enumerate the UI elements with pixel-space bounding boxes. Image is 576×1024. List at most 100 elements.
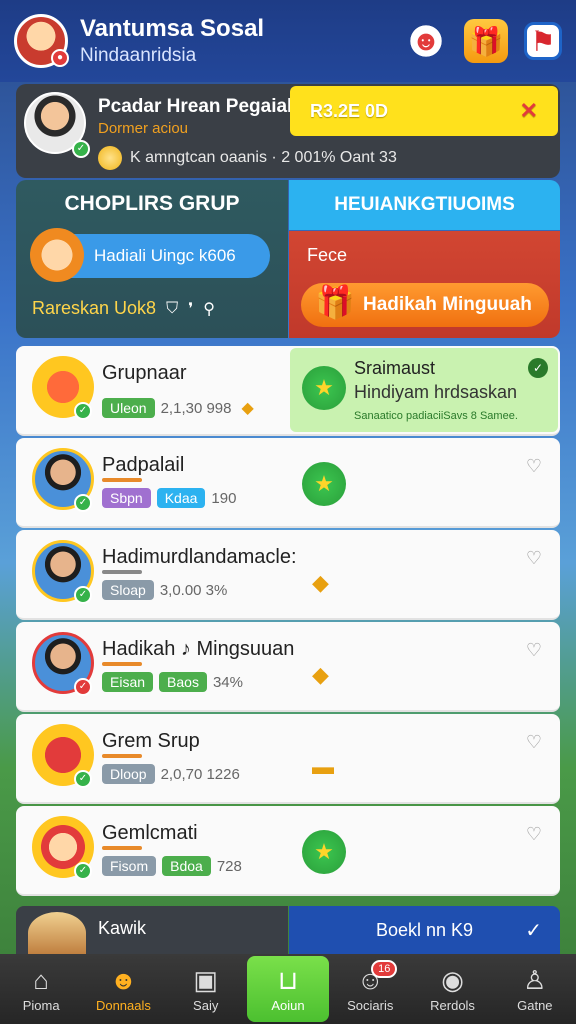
highlight-card[interactable]: ★ Sraimaust Hindiyam hrdsaskan Sanaatico… xyxy=(290,348,558,432)
tab-label: Sociaris xyxy=(347,998,394,1013)
star-icon[interactable]: ★ xyxy=(302,366,346,410)
gift-button[interactable]: 🎁 Hadikah Minguuah xyxy=(301,283,549,327)
status-badge: Eisan xyxy=(102,672,154,692)
tab-saiy[interactable]: ▣ Saiy xyxy=(165,954,247,1024)
profile-stats-text: K amngtcan oaanis · 2 001% Oant 33 xyxy=(130,149,397,166)
group-panel: CHOPLIRS GRUP Hadiali Uingc k606 Rareska… xyxy=(16,180,288,338)
coin-icon xyxy=(98,146,122,170)
verified-icon: ✓ xyxy=(74,770,92,788)
list-item-title: Grupnaar xyxy=(102,362,187,384)
list-item[interactable]: ✓ Grem Srup Dloop 2,0,70 1226 ▬ ♡ xyxy=(16,714,560,804)
rankings-title: HEUIANKGTIUOIMS xyxy=(334,194,515,215)
tab-sociaris[interactable]: ☺ 16 Sociaris xyxy=(329,954,411,1024)
ticket-icon: ◆ xyxy=(241,400,254,417)
mascot-icon[interactable]: ☻ xyxy=(404,19,448,63)
search-icon[interactable]: ⚲ xyxy=(203,299,215,319)
feather-icon: ❜ xyxy=(188,300,194,318)
group-footer-label: Rareskan Uok8 xyxy=(32,298,157,318)
heart-icon[interactable]: ♡ xyxy=(526,640,542,661)
center-icon: ⊔ xyxy=(277,965,299,995)
list-item-meta: Sbpn Kdaa 190 xyxy=(102,488,236,508)
bottom-left-card[interactable]: Kawik xyxy=(16,906,288,954)
group-pill-label: Hadiali Uingc k606 xyxy=(94,246,236,265)
tab-label: Aoiun xyxy=(271,998,305,1013)
star-icon[interactable]: ★ xyxy=(302,830,346,874)
list-item[interactable]: ✓ Grupnaar Uleon 2,1,30 998 ◆ ★ Sraimaus… xyxy=(16,346,560,436)
profile-banner[interactable]: R3.2E 0D ✕ xyxy=(290,86,558,136)
tab-gatne[interactable]: ♙ Gatne xyxy=(494,954,576,1024)
list-item-value: 2,0,70 1226 xyxy=(160,765,240,783)
building-thumbnail xyxy=(28,912,86,954)
app-title: Vantumsa Sosal xyxy=(80,15,265,42)
list-item-meta: Eisan Baos 34% xyxy=(102,672,243,692)
notification-badge: 16 xyxy=(371,960,398,978)
tab-rerdols[interactable]: ◉ Rerdols xyxy=(411,954,493,1024)
close-icon[interactable]: ✕ xyxy=(520,98,538,124)
list-item[interactable]: ✓ Hadikah ♪ Mingsuuan Eisan Baos 34% ◆ ♡ xyxy=(16,622,560,712)
verified-icon: ✓ xyxy=(74,494,92,512)
free-label: Fece xyxy=(307,245,348,265)
tab-label: Saiy xyxy=(193,998,219,1013)
status-badge: Fisom xyxy=(102,856,157,876)
coins-icon: ◆ xyxy=(312,662,329,687)
home-icon: ⌂ xyxy=(33,965,49,995)
list-item[interactable]: ✓ Padpalail Sbpn Kdaa 190 ★ ♡ xyxy=(16,438,560,528)
heart-icon[interactable]: ♡ xyxy=(526,548,542,569)
avatar-icon: ◉ xyxy=(441,965,464,995)
rankings-header[interactable]: HEUIANKGTIUOIMS xyxy=(289,180,560,230)
heart-icon[interactable]: ♡ xyxy=(526,456,542,477)
check-icon: ✓ xyxy=(525,919,542,942)
list-item[interactable]: ✓ Gemlcmati Fisom Bdoa 728 ★ ♡ xyxy=(16,806,560,896)
bottom-left-title: Kawik xyxy=(98,918,147,938)
status-badge: Sloap xyxy=(102,580,154,600)
bottom-right-button[interactable]: Boekl nn K9 ✓ xyxy=(289,906,560,954)
check-icon: ✓ xyxy=(528,358,548,378)
highlight-subtitle: Hindiyam hrdsaskan xyxy=(354,382,518,402)
list-item-meta: Fisom Bdoa 728 xyxy=(102,856,242,876)
group-title: CHOPLIRS GRUP xyxy=(64,192,240,215)
list-item-title: Padpalail xyxy=(102,454,185,476)
tab-label: Rerdols xyxy=(430,998,475,1013)
highlight-note: Sanaatico padiaciiSavs 8 Samee. xyxy=(354,410,518,422)
tab-label: Donnaals xyxy=(95,998,151,1013)
status-badge: Kdaa xyxy=(156,488,206,508)
profile-name: Pcadar Hrean Pegaial xyxy=(98,96,293,117)
tab-aoiun[interactable]: ⊔ Aoiun xyxy=(246,956,330,1022)
list-item-title: Grem Srup xyxy=(102,730,200,752)
profile-role: Dormer aciou xyxy=(98,120,189,137)
chat-icon: ▣ xyxy=(193,965,218,995)
coins-icon: ◆ xyxy=(312,570,329,595)
verified-icon: ✓ xyxy=(74,402,92,420)
progress-bar xyxy=(102,846,142,850)
profile-stats: K amngtcan oaanis · 2 001% Oant 33 xyxy=(98,146,397,170)
status-badge: Baos xyxy=(159,672,207,692)
verified-icon: ✓ xyxy=(72,140,90,158)
mascot-icon: ☻ xyxy=(109,965,138,995)
bottom-row: Kawik Boekl nn K9 ✓ xyxy=(16,906,560,954)
bottom-right-title: Boekl nn K9 xyxy=(375,919,474,940)
tab-label: Pioma xyxy=(22,998,60,1013)
heart-icon[interactable]: ♡ xyxy=(526,824,542,845)
tab-donnaals[interactable]: ☻ Donnaals xyxy=(82,954,164,1024)
list-item-title: Gemlcmati xyxy=(102,822,198,844)
coins-icon: ▬ xyxy=(312,754,334,779)
list-item-value: 728 xyxy=(216,857,242,875)
star-icon[interactable]: ★ xyxy=(302,462,346,506)
tab-label: Gatne xyxy=(517,998,553,1013)
progress-bar xyxy=(102,478,142,482)
status-badge: Bdoa xyxy=(162,856,211,876)
list-item-value: 34% xyxy=(212,673,243,691)
profile-card[interactable]: ✓ Pcadar Hrean Pegaial Dormer aciou K am… xyxy=(16,84,560,178)
verified-icon: ✓ xyxy=(74,862,92,880)
mascot-icon xyxy=(30,228,84,282)
heart-icon[interactable]: ♡ xyxy=(526,732,542,753)
list-item[interactable]: ✓ Hadimurdlandamacle: Sloap 3,0.00 3% ◆ … xyxy=(16,530,560,620)
flag-icon[interactable]: ⚑ xyxy=(524,22,562,60)
status-badge: Uleon xyxy=(102,398,155,418)
notification-dot: ● xyxy=(51,49,69,67)
tab-home[interactable]: ⌂ Pioma xyxy=(0,954,82,1024)
highlight-title: Sraimaust xyxy=(354,358,436,378)
user-avatar[interactable]: ● xyxy=(14,14,69,68)
gift-icon[interactable]: 🎁 xyxy=(464,19,508,63)
list-item-value: 2,1,30 998 xyxy=(160,399,232,417)
